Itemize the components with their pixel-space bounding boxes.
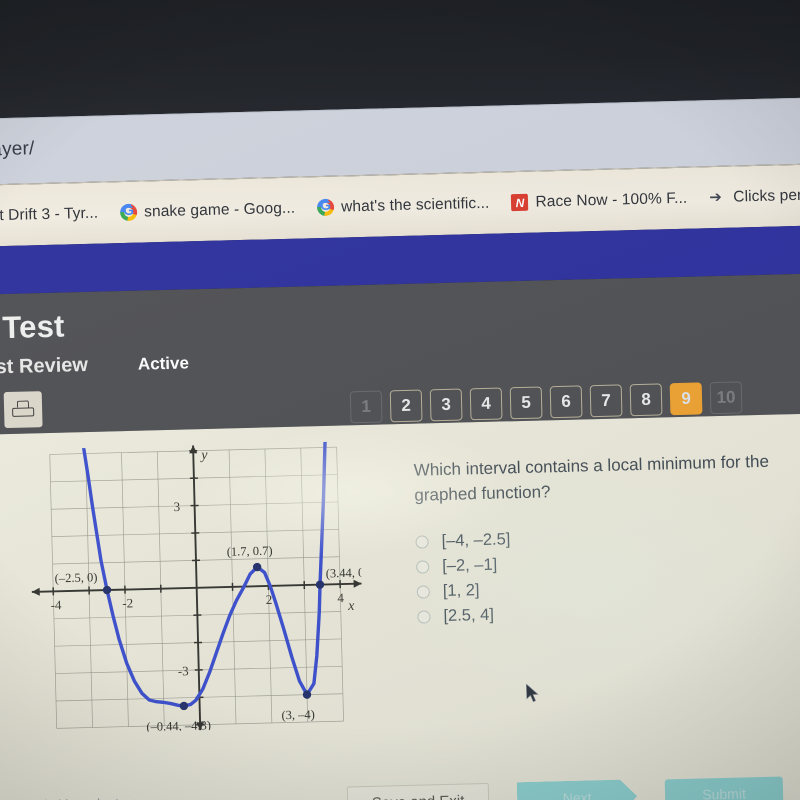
bookmark-label: snake game - Goog...	[143, 199, 296, 220]
svg-text:3: 3	[173, 499, 180, 514]
svg-text:(1.7, 0.7): (1.7, 0.7)	[227, 544, 273, 559]
radio-icon[interactable]	[416, 560, 430, 574]
svg-text:-4: -4	[50, 597, 62, 612]
bookmark-label: Clicks per Second	[733, 185, 800, 206]
pager-item-10[interactable]: 10	[709, 381, 743, 415]
svg-text:4: 4	[337, 590, 344, 605]
answer-option-label: [2.5, 4]	[443, 605, 495, 626]
bookmark-item[interactable]: hout Drift 3 - Tyr...	[0, 193, 110, 237]
printer-icon	[12, 400, 35, 419]
pager-item-9[interactable]: 9	[669, 382, 703, 416]
next-button[interactable]: Next	[517, 779, 638, 800]
screen-content: /Player/ hout Drift 3 - Tyr... snake gam…	[0, 0, 800, 800]
graph-svg: -4 -2 2 43-3yx(–2.5, 0)(1.7, 0.7)(3.44, 0)(…	[31, 440, 369, 734]
answer-option-label: [1, 2]	[442, 581, 480, 601]
pager-item-4[interactable]: 4	[469, 387, 503, 421]
google-icon	[119, 203, 138, 222]
submit-button[interactable]: Submit	[664, 776, 784, 800]
pager-item-1[interactable]: 1	[349, 390, 383, 424]
address-bar-url[interactable]: /Player/	[0, 138, 35, 162]
pager-item-8[interactable]: 8	[629, 383, 663, 417]
function-graph: -4 -2 2 4 3 -3 y x (–2.5, 0) (1.7, 0.7) (3.44, 0)(…	[28, 440, 369, 734]
save-and-exit-button[interactable]: Save and Exit	[346, 782, 490, 800]
svg-text:(–2.5, 0): (–2.5, 0)	[55, 570, 98, 585]
svg-text:(3.44, 0): (3.44, 0)	[326, 565, 366, 580]
bookmark-item[interactable]: N Race Now - 100% F...	[500, 178, 699, 223]
print-button[interactable]	[3, 391, 43, 429]
bookmark-item[interactable]: snake game - Goog...	[109, 188, 307, 233]
bookmark-item[interactable]: what's the scientific...	[306, 183, 501, 228]
mouse-cursor	[526, 683, 539, 703]
answer-option-label: [–2, –1]	[441, 555, 498, 576]
svg-text:-2: -2	[122, 595, 133, 610]
photo-of-screen: /Player/ hout Drift 3 - Tyr... snake gam…	[0, 0, 800, 800]
bookmark-label: hout Drift 3 - Tyr...	[0, 204, 99, 225]
google-icon	[316, 198, 335, 217]
answer-options: [–4, –2.5] [–2, –1] [1, 2] [2.5, 4]	[415, 519, 800, 630]
question-column: Which interval contains a local minimum …	[413, 447, 800, 630]
tab-active[interactable]: Active	[138, 353, 190, 374]
svg-text:x: x	[347, 599, 355, 614]
pager-item-2[interactable]: 2	[389, 389, 423, 423]
bookmark-label: Race Now - 100% F...	[535, 189, 688, 211]
svg-text:-3: -3	[178, 663, 189, 678]
cursor-icon: ➔	[709, 188, 723, 207]
page-title: nit Test	[0, 308, 65, 347]
radio-icon[interactable]	[416, 585, 431, 599]
question-text: Which interval contains a local minimum …	[413, 451, 770, 505]
radio-icon[interactable]	[415, 535, 429, 549]
svg-text:y: y	[199, 448, 208, 463]
svg-text:(3, –4): (3, –4)	[281, 707, 315, 722]
pager-item-3[interactable]: 3	[429, 388, 463, 422]
radio-icon[interactable]	[417, 610, 431, 624]
bookmark-item[interactable]: ➔ Clicks per Second	[698, 174, 800, 218]
newgrounds-icon: N	[511, 193, 529, 212]
pager-item-7[interactable]: 7	[589, 384, 623, 418]
bookmark-label: what's the scientific...	[340, 194, 490, 215]
answer-option-label: [–4, –2.5]	[441, 530, 511, 551]
breadcrumb: it Test Review	[0, 353, 89, 379]
pager-item-6[interactable]: 6	[549, 385, 583, 419]
pager-item-5[interactable]: 5	[509, 386, 543, 420]
